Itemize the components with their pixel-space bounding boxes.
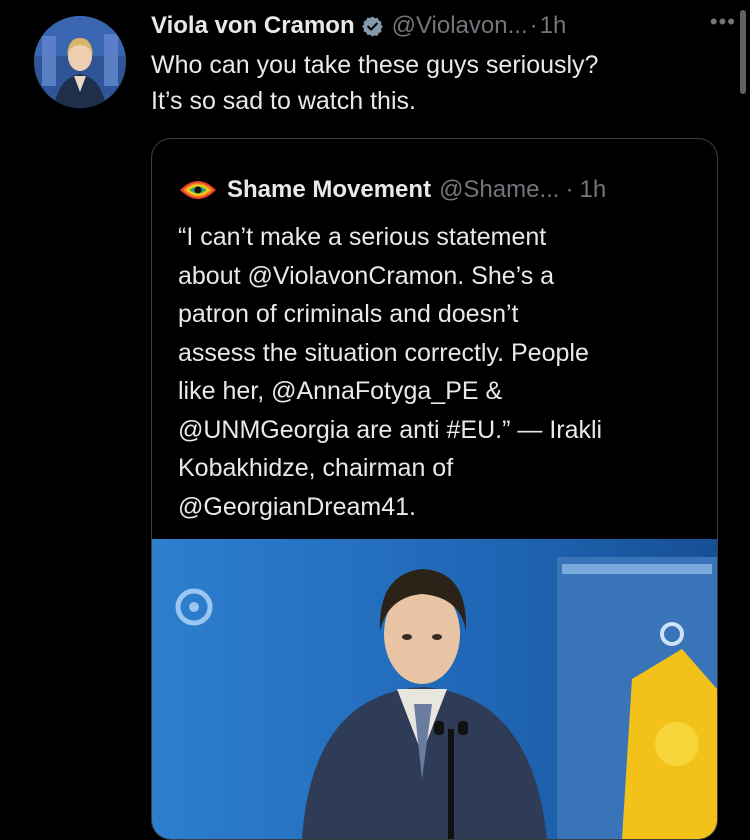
- quoted-text-line: patron of criminals and doesn’t: [178, 300, 519, 328]
- quoted-tweet-text: “I can’t make a serious statement about …: [178, 218, 708, 526]
- more-dots-icon[interactable]: •••: [710, 9, 736, 35]
- quoted-author-avatar[interactable]: [177, 169, 219, 211]
- verified-badge-icon: [361, 15, 384, 38]
- quoted-tweet-header: Shame Movement @Shame... · 1h: [177, 169, 606, 211]
- quoted-text-line: “I can’t make a serious statement: [178, 223, 547, 251]
- quoted-text-line: @GeorgianDream41.: [178, 492, 416, 521]
- separator-dot: ·: [529, 12, 538, 39]
- author-handle[interactable]: @Violavon...: [392, 12, 528, 40]
- quoted-text-line: like her, @AnnaFotyga_PE &: [178, 377, 503, 405]
- author-avatar[interactable]: [34, 16, 126, 108]
- author-name[interactable]: Viola von Cramon: [151, 12, 355, 40]
- quoted-author-name[interactable]: Shame Movement: [227, 176, 431, 204]
- rainbow-eye-logo-icon: [177, 169, 219, 211]
- quoted-text-line: assess the situation correctly. People: [178, 338, 589, 367]
- man-at-podium-photo: [152, 539, 717, 839]
- tweet-text: Who can you take these guys seriously? I…: [151, 47, 721, 119]
- separator-dot: ·: [565, 176, 574, 203]
- quoted-tweet-photo[interactable]: [152, 539, 717, 839]
- tweet-time[interactable]: 1h: [540, 12, 567, 40]
- quoted-text-line: Kobakhidze, chairman of: [178, 454, 454, 482]
- author-avatar-image: [34, 16, 126, 108]
- scrollbar[interactable]: [740, 10, 746, 94]
- quoted-tweet-card[interactable]: Shame Movement @Shame... · 1h “I can’t m…: [151, 138, 718, 840]
- tweet-text-line: It’s so sad to watch this.: [151, 87, 416, 115]
- quoted-tweet-time[interactable]: 1h: [579, 176, 606, 204]
- quoted-text-line: @UNMGeorgia are anti #EU.” — Irakli: [178, 415, 603, 444]
- tweet-header: Viola von Cramon @Violavon... · 1h: [151, 9, 738, 43]
- quoted-text-line: about @ViolavonCramon. She’s a: [178, 261, 555, 290]
- tweet-text-line: Who can you take these guys seriously?: [151, 51, 599, 79]
- quoted-author-handle[interactable]: @Shame...: [439, 176, 559, 204]
